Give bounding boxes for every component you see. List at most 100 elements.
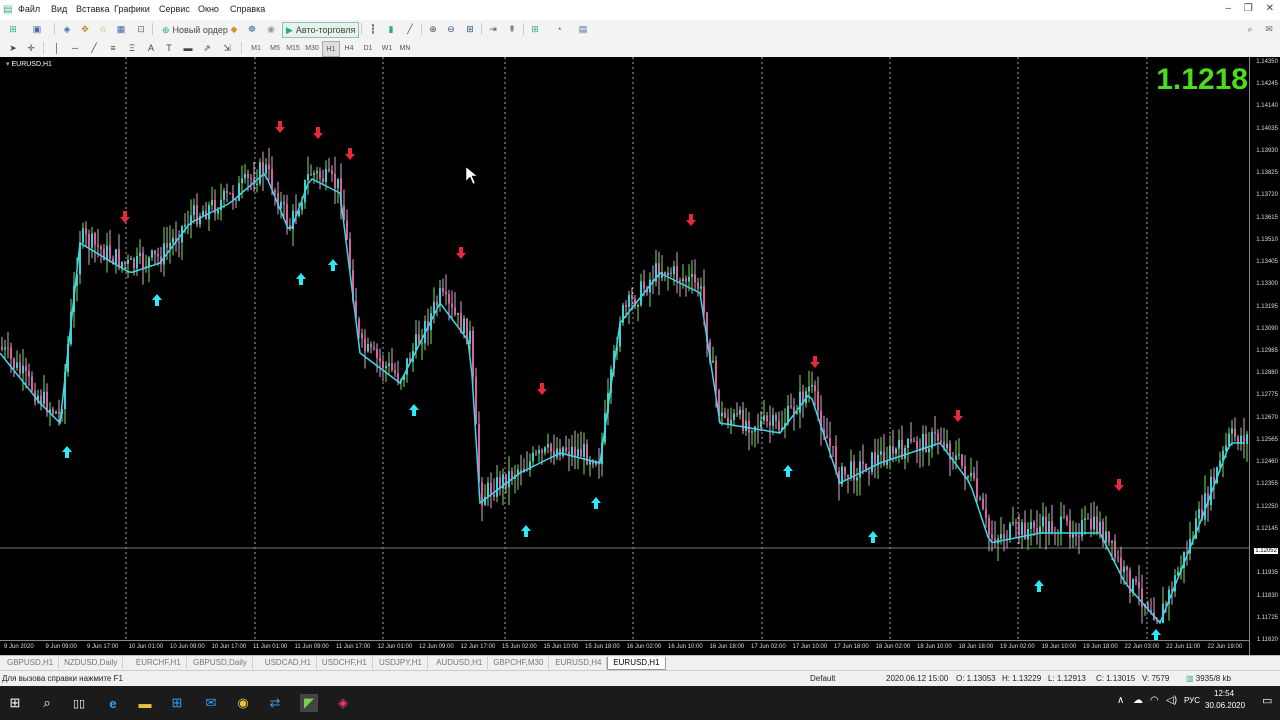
indicators-icon[interactable]: ⊞ [528,22,542,36]
status-volume: V: 7579 [1142,674,1170,683]
candle-body [229,193,231,195]
candle-body [892,445,894,454]
arrows-icon[interactable]: ▬ [181,41,195,55]
chat-icon[interactable]: ✉ [1262,22,1276,36]
vertical-line-icon[interactable]: │ [50,41,64,55]
timeframe-m15[interactable]: M15 [285,41,301,55]
metaeditor-icon[interactable]: ◆ [227,22,241,36]
sell-signal-arrow [810,356,820,368]
media-app-icon[interactable]: ◈ [334,694,352,712]
chart-tab[interactable]: USDJPY,H1 [374,657,428,669]
chart-tab[interactable]: AUDUSD,H1 [431,657,489,669]
metatrader-icon[interactable]: ◤ [300,694,318,712]
file-explorer-icon[interactable]: ▬ [136,694,154,712]
status-profile[interactable]: Default [810,674,835,683]
signals-icon[interactable]: ◉ [264,22,278,36]
search-icon[interactable]: ⌕ [1243,22,1257,36]
store-icon[interactable]: ⊞ [168,694,186,712]
periods-icon[interactable]: ◔ [552,22,566,36]
menu-charts[interactable]: Графики [114,4,150,14]
line-chart-icon[interactable]: ╱ [403,22,417,36]
candlestick-icon[interactable]: ▮ [384,22,398,36]
minimize-icon[interactable]: – [1226,3,1232,14]
timeframe-h4[interactable]: H4 [341,41,357,55]
bar-chart-icon[interactable]: ┇ [366,22,380,36]
restore-icon[interactable]: ❐ [1244,3,1253,14]
chart-tab[interactable]: EURUSD,H4 [550,657,608,669]
timeframe-w1[interactable]: W1 [379,41,395,55]
menu-file[interactable]: Файл [18,4,40,14]
data-window-icon[interactable]: ✥ [78,22,92,36]
chart-shift-icon[interactable]: ⇥ [486,22,500,36]
equidistant-channel-icon[interactable]: ≡ [106,41,120,55]
autoscroll-icon[interactable]: ⇞ [505,22,519,36]
crosshair-icon[interactable]: ✛ [24,41,38,55]
navigator-icon[interactable]: ☆ [96,22,110,36]
chart-tab[interactable]: EURCHF,H1 [131,657,187,669]
menu-insert[interactable]: Вставка [76,4,109,14]
notifications-icon[interactable]: ▭ [1262,694,1272,707]
zoom-out-icon[interactable]: ⊖ [444,22,458,36]
edge-browser-icon[interactable]: e [104,694,122,712]
volume-icon[interactable]: ◁) [1166,695,1177,706]
market-watch-icon[interactable]: ◈ [60,22,74,36]
profiles-icon[interactable]: ▣ [30,22,44,36]
price-axis[interactable]: 1.14350 1.14245 1.14140 1.14035 1.13930 1.138… [1249,57,1280,655]
menu-tools[interactable]: Сервис [159,4,190,14]
text-label-icon[interactable]: T [162,41,176,55]
timeframe-d1[interactable]: D1 [360,41,376,55]
teamviewer-icon[interactable]: ⇄ [266,694,284,712]
fibonacci-icon[interactable]: Ξ [125,41,139,55]
wifi-icon[interactable]: ◠ [1150,695,1159,706]
windows-start-icon[interactable]: ⊞ [6,694,24,712]
new-chart-icon[interactable]: ⊞ [6,22,20,36]
options-icon[interactable]: ☸ [245,22,259,36]
taskbar-search-icon[interactable]: ⌕ [38,694,56,712]
new-order-button[interactable]: ⊕ Новый ордер [158,22,232,38]
timeframe-m30[interactable]: M30 [304,41,320,55]
chart-tab[interactable]: GBPUSD,H1 [2,657,60,669]
timeframe-mn[interactable]: MN [397,41,413,55]
text-icon[interactable]: A [144,41,158,55]
task-view-icon[interactable]: ▯▯ [70,694,88,712]
timeframe-m1[interactable]: M1 [248,41,264,55]
chrome-icon[interactable]: ◉ [234,694,252,712]
clock-time[interactable]: 12:54 [1214,689,1234,698]
show-hidden-icons-icon[interactable]: ∧ [1117,695,1124,706]
mail-icon[interactable]: ✉ [202,694,220,712]
chart-tab[interactable]: GBPCHF,M30 [488,657,550,669]
trendline-icon[interactable]: ╱ [87,41,101,55]
templates-icon[interactable]: ▤ [576,22,590,36]
chart-tab[interactable]: NZDUSD,Daily [59,657,124,669]
price-tick-label: 1.12145 [1256,525,1278,532]
clock-date[interactable]: 30.06.2020 [1205,701,1245,710]
tile-windows-icon[interactable]: ⊞ [463,22,477,36]
chart-tab[interactable]: USDCHF,H1 [317,657,373,669]
menu-window[interactable]: Окно [198,4,219,14]
time-axis[interactable]: 9 Jun 2020 9 Jun 09:00 9 Jun 17:00 10 Jun 0… [0,640,1250,656]
price-chart-canvas[interactable] [0,57,1250,640]
language-indicator[interactable]: РУС [1184,696,1200,705]
menu-view[interactable]: Вид [51,4,67,14]
horizontal-line-icon[interactable]: ─ [68,41,82,55]
cursor-icon[interactable]: ➤ [6,41,20,55]
zoom-in-icon[interactable]: ⊕ [426,22,440,36]
auto-trading-button[interactable]: ▶ Авто-торговля [282,22,360,38]
more-objects-icon[interactable]: ⇲ [220,41,234,55]
tester-icon[interactable]: ⊡ [134,22,148,36]
timeframe-m5[interactable]: M5 [267,41,283,55]
chart-window[interactable]: ▾ EURUSD,H1 1.1218 1.14350 1.14245 1.14140… [0,57,1280,655]
chart-tab[interactable]: EURUSD,H1 [607,657,666,670]
candle-body [895,448,897,454]
timeframe-h1[interactable]: H1 [322,41,340,57]
chart-tab[interactable]: GBPUSD,Daily [188,657,253,669]
candle-body [988,518,990,535]
shapes-icon[interactable]: ⇗ [200,41,214,55]
menu-help[interactable]: Справка [230,4,265,14]
candle-body [751,431,753,433]
chart-tab[interactable]: USDCAD,H1 [260,657,318,669]
close-icon[interactable]: ✕ [1266,3,1274,14]
network-icon[interactable]: ☁ [1133,695,1143,706]
terminal-icon[interactable]: ▦ [114,22,128,36]
candle-body [535,452,537,454]
